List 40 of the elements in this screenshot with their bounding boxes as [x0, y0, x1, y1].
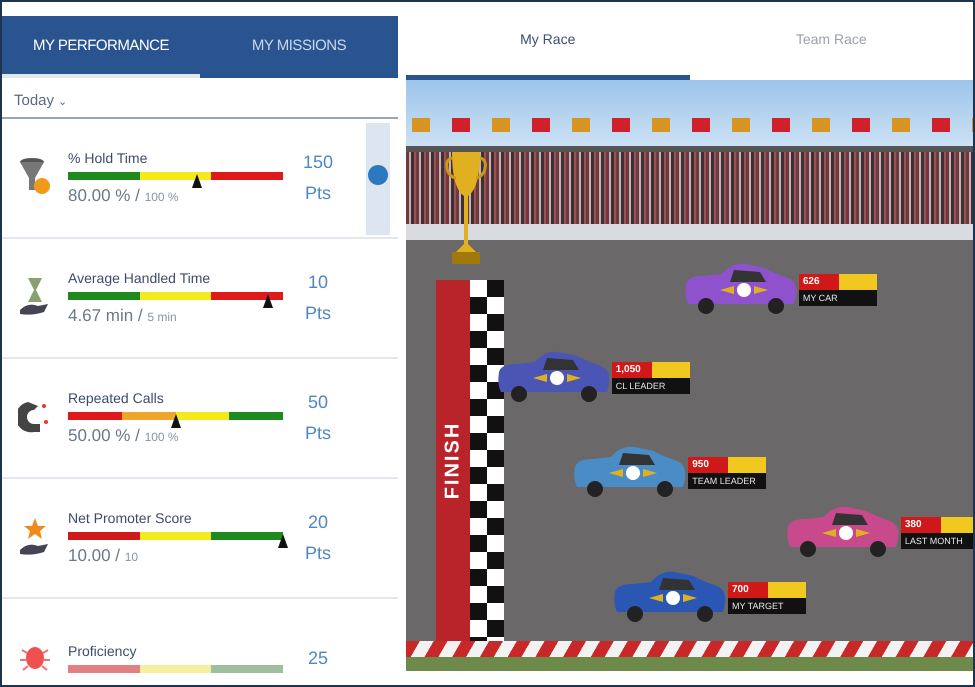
points-unit: Pts [304, 423, 332, 444]
points-unit: Pts [304, 303, 332, 324]
score-tag-bar [768, 582, 806, 598]
finish-label: FINISH [442, 422, 464, 500]
car-score: 700 [728, 582, 768, 598]
points-value: 10 [306, 272, 330, 293]
panel-tab[interactable]: MY PERFORMANCE [2, 16, 200, 78]
period-dropdown[interactable]: Today ⌄ [12, 88, 70, 113]
points-value: 50 [306, 392, 330, 413]
score-tag-bar [728, 457, 766, 473]
car-label: MY TARGET [728, 598, 806, 614]
score-tag-bar [940, 517, 973, 533]
car-label: CL LEADER [612, 378, 690, 394]
metric-value: 4.67 min / 5 min [68, 306, 178, 326]
points-value: 25 [306, 648, 330, 668]
metric-name: Average Handled Time [68, 270, 212, 286]
scrollbar[interactable] [366, 123, 390, 235]
metric-value: 10.00 / 10 [68, 546, 140, 566]
panel-tab[interactable]: MY MISSIONS [200, 16, 398, 78]
car-score: 626 [798, 274, 839, 290]
metric-name: Proficiency [68, 643, 138, 659]
metric-name: Net Promoter Score [68, 510, 193, 526]
car-label: LAST MONTH [900, 533, 973, 549]
points-unit: Pts [304, 183, 332, 204]
funnel-icon [18, 156, 52, 196]
scroll-thumb[interactable] [368, 165, 388, 185]
car-label: TEAM LEADER [688, 473, 766, 489]
car-score: 950 [688, 457, 728, 473]
metric-name: Repeated Calls [68, 390, 165, 406]
points-value: 150 [302, 152, 334, 173]
score-tag-bar [652, 362, 690, 378]
metric-value: 80.00 % / 100 % [68, 186, 180, 206]
car-label: MY CAR [798, 290, 877, 306]
metric-value: 50.00 % / 100 % [68, 426, 180, 446]
car-score: 1,050 [612, 362, 652, 378]
points-value: 20 [306, 512, 330, 533]
score-tag-bar [838, 274, 877, 290]
car-score: 380 [900, 517, 941, 533]
points-unit: Pts [304, 543, 332, 564]
metric-name: % Hold Time [68, 150, 148, 166]
